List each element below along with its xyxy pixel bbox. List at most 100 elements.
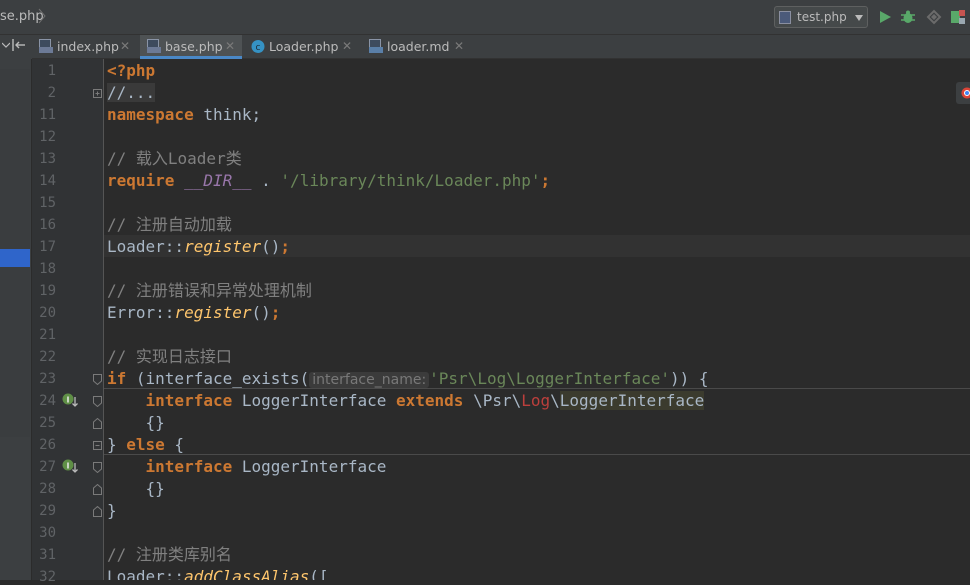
code-line[interactable]: namespace think; xyxy=(107,104,261,126)
code-token: require xyxy=(107,171,174,190)
fold-marker-icon[interactable] xyxy=(93,484,102,495)
run-icon[interactable] xyxy=(877,9,893,25)
collapse-icon[interactable] xyxy=(2,41,10,49)
implements-icon[interactable]: I xyxy=(62,393,80,409)
fold-marker-icon[interactable] xyxy=(93,418,102,429)
line-number[interactable]: 32 xyxy=(32,569,56,585)
fold-marker-icon[interactable] xyxy=(93,374,102,385)
code-line[interactable]: // 载入Loader类 xyxy=(107,148,242,170)
code-token: ; xyxy=(271,303,281,322)
code-token: (interface_exists( xyxy=(126,369,309,388)
line-number[interactable]: 11 xyxy=(32,107,56,123)
code-line[interactable]: {} xyxy=(107,478,165,500)
line-number[interactable]: 16 xyxy=(32,217,56,233)
line-number[interactable]: 21 xyxy=(32,327,56,343)
tab-label: Loader.php xyxy=(269,39,338,54)
code-line[interactable]: Loader::register(); xyxy=(107,236,290,258)
code-line[interactable]: // 实现日志接口 xyxy=(107,346,232,368)
line-number[interactable]: 13 xyxy=(32,151,56,167)
line-number[interactable]: 23 xyxy=(32,371,56,387)
fold-marker-icon[interactable] xyxy=(93,440,102,451)
code-token: // 注册自动加载 xyxy=(107,215,232,234)
browser-preview-icon[interactable] xyxy=(956,82,970,104)
code-token: 'Psr\Log\LoggerInterface' xyxy=(429,369,670,388)
tab-label: index.php xyxy=(57,39,119,54)
chevron-down-icon xyxy=(855,15,863,21)
close-icon[interactable]: ✕ xyxy=(120,40,132,52)
code-line[interactable]: require __DIR__ . '/library/think/Loader… xyxy=(107,170,550,192)
code-line[interactable]: Loader::addClassAlias([ xyxy=(107,566,329,580)
line-number[interactable]: 12 xyxy=(32,129,56,145)
line-number[interactable]: 2 xyxy=(32,85,56,101)
tab-loader-md[interactable]: loader.md ✕ xyxy=(362,35,472,59)
hide-panel-icon[interactable] xyxy=(12,39,26,51)
tab-loader-php[interactable]: c Loader.php ✕ xyxy=(244,35,360,59)
fold-marker-icon[interactable] xyxy=(93,506,102,517)
code-line[interactable]: } else { xyxy=(107,434,184,456)
code-token: {} xyxy=(107,479,165,498)
run-configuration-label: test.php xyxy=(797,10,847,24)
code-token: register xyxy=(174,303,251,322)
code-line[interactable]: <?php xyxy=(107,60,155,82)
line-number[interactable]: 27 xyxy=(32,459,56,475)
project-tree-selected-item[interactable] xyxy=(0,249,30,267)
implements-icon[interactable]: I xyxy=(62,459,80,475)
line-number[interactable]: 30 xyxy=(32,525,56,541)
php-file-icon xyxy=(779,11,791,24)
code-line[interactable]: // 注册错误和异常处理机制 xyxy=(107,280,312,302)
code-line[interactable]: {} xyxy=(107,412,165,434)
code-line[interactable]: Error::register(); xyxy=(107,302,280,324)
coverage-icon[interactable] xyxy=(926,9,942,25)
line-number[interactable]: 20 xyxy=(32,305,56,321)
line-number[interactable]: 31 xyxy=(32,547,56,563)
code-token: interface xyxy=(146,391,233,410)
code-token: Loader:: xyxy=(107,237,184,256)
code-token: () xyxy=(252,303,271,322)
line-number[interactable]: 26 xyxy=(32,437,56,453)
fold-expand-icon[interactable] xyxy=(93,88,102,99)
code-token: interface xyxy=(146,457,233,476)
svg-text:I: I xyxy=(67,396,70,405)
close-icon[interactable]: ✕ xyxy=(225,40,237,52)
code-line[interactable]: // 注册类库别名 xyxy=(107,544,232,566)
line-number[interactable]: 15 xyxy=(32,195,56,211)
line-number[interactable]: 1 xyxy=(32,63,56,79)
code-editor[interactable]: <?php//...namespace think;// 载入Loader类re… xyxy=(104,59,970,580)
profile-icon[interactable] xyxy=(950,9,966,25)
code-token: LoggerInterface xyxy=(232,391,396,410)
line-number[interactable]: 29 xyxy=(32,503,56,519)
php-class-icon: c xyxy=(251,39,265,54)
close-icon[interactable]: ✕ xyxy=(454,40,466,52)
code-token: . xyxy=(252,171,281,190)
code-line[interactable]: interface LoggerInterface extends \Psr\L… xyxy=(107,390,704,412)
fold-marker-icon[interactable] xyxy=(93,462,102,473)
line-number[interactable]: 19 xyxy=(32,283,56,299)
tab-index-php[interactable]: index.php ✕ xyxy=(32,35,140,59)
close-icon[interactable]: ✕ xyxy=(342,40,354,52)
code-line[interactable]: //... xyxy=(107,82,155,104)
code-token: // 实现日志接口 xyxy=(107,347,232,366)
svg-text:c: c xyxy=(256,43,261,53)
line-number[interactable]: 14 xyxy=(32,173,56,189)
line-number[interactable]: 17 xyxy=(32,239,56,255)
code-token: //... xyxy=(107,83,155,102)
code-line[interactable]: interface LoggerInterface xyxy=(107,456,386,478)
line-number[interactable]: 18 xyxy=(32,261,56,277)
line-number[interactable]: 24 xyxy=(32,393,56,409)
line-number[interactable]: 25 xyxy=(32,415,56,431)
tab-base-php[interactable]: base.php ✕ xyxy=(140,35,242,59)
debug-icon[interactable] xyxy=(900,9,916,25)
code-token: LoggerInterface xyxy=(560,391,705,410)
fold-marker-icon[interactable] xyxy=(93,396,102,407)
run-configuration-select[interactable]: test.php xyxy=(774,6,868,28)
line-number[interactable]: 22 xyxy=(32,349,56,365)
code-token: } xyxy=(107,435,126,454)
code-line[interactable]: } xyxy=(107,500,117,522)
code-token: Loader:: xyxy=(107,567,184,580)
code-line[interactable]: if (interface_exists(interface_name:'Psr… xyxy=(107,368,709,390)
breadcrumb-chevron-icon xyxy=(38,8,46,24)
code-line[interactable]: // 注册自动加载 xyxy=(107,214,232,236)
code-token: ; xyxy=(280,237,290,256)
code-token: think; xyxy=(194,105,261,124)
line-number[interactable]: 28 xyxy=(32,481,56,497)
